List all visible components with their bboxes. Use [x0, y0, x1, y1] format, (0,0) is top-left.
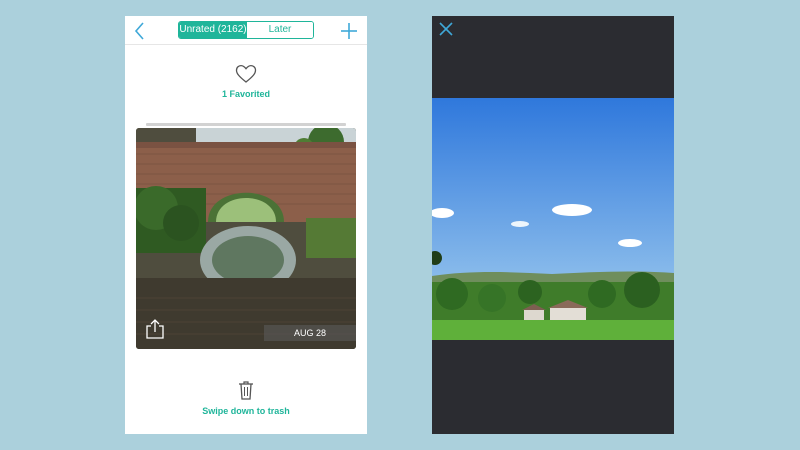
card-stack-edge [146, 123, 346, 126]
bridge-photo [136, 128, 356, 349]
photo-viewer-screen [432, 16, 674, 434]
landscape-photo [432, 98, 674, 340]
photo-date-badge: AUG 28 [264, 325, 356, 341]
tab-later[interactable]: Later [247, 22, 313, 38]
share-button[interactable] [144, 318, 166, 340]
add-button[interactable] [337, 20, 361, 42]
nav-divider [125, 44, 367, 45]
fullscreen-photo[interactable] [432, 98, 674, 340]
chevron-left-icon [134, 22, 144, 40]
trash-hint: Swipe down to trash [125, 380, 367, 416]
share-icon [146, 319, 164, 339]
nav-bar: Unrated (2162) Later [125, 16, 367, 44]
favorites-indicator[interactable]: 1 Favorited [125, 64, 367, 99]
swipe-to-trash-label: Swipe down to trash [202, 406, 290, 416]
filter-segmented-control: Unrated (2162) Later [178, 21, 314, 39]
photo-card[interactable]: AUG 28 [136, 128, 356, 349]
close-icon [439, 22, 453, 36]
rating-screen: Unrated (2162) Later 1 Favorited AUG 28 … [125, 16, 367, 434]
close-button[interactable] [438, 21, 454, 37]
trash-icon [239, 381, 253, 400]
heart-outline-icon [235, 64, 257, 83]
favorited-count-label: 1 Favorited [221, 89, 270, 99]
plus-icon [341, 23, 357, 39]
back-button[interactable] [131, 20, 151, 42]
tab-unrated[interactable]: Unrated (2162) [179, 22, 247, 38]
